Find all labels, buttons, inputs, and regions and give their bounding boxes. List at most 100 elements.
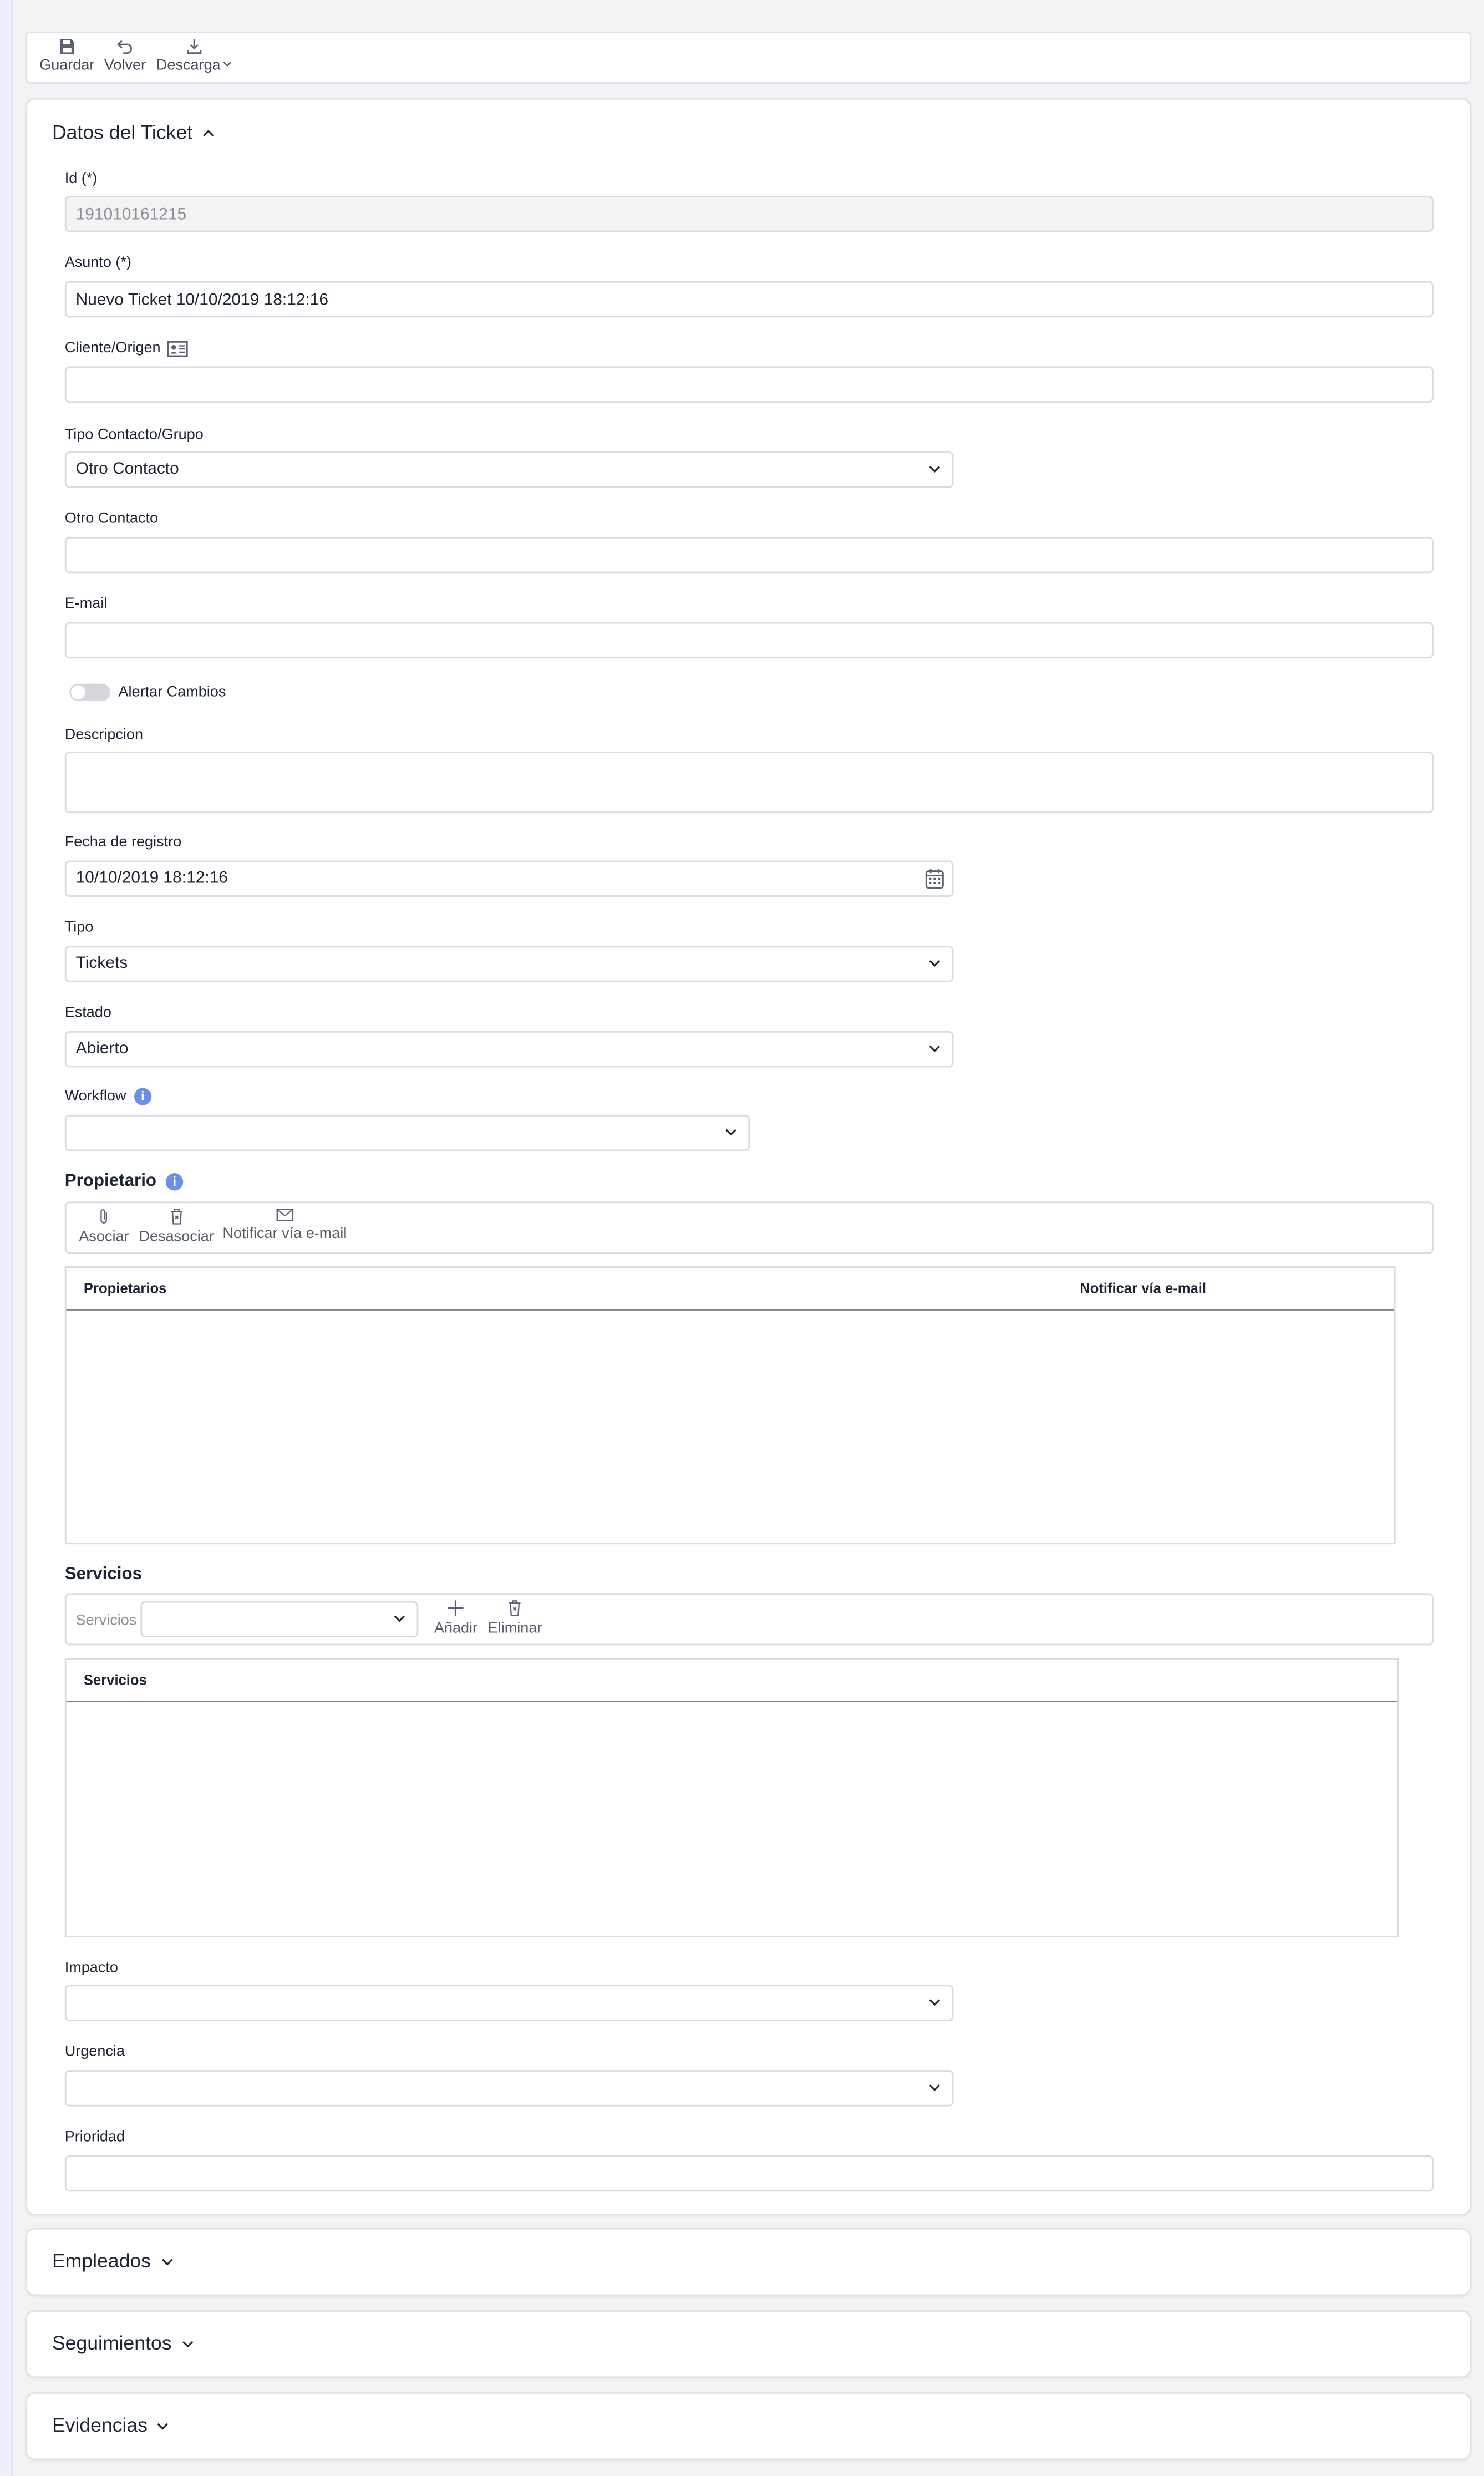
evidence-title: Evidencias	[52, 2414, 148, 2437]
column-header-services[interactable]: Servicios	[84, 1672, 147, 1688]
evidence-panel-header[interactable]: Evidencias	[52, 2414, 170, 2437]
subject-field[interactable]	[64, 281, 1434, 318]
download-label: Descarga	[156, 57, 221, 74]
chevron-down-icon	[222, 62, 231, 67]
subject-label: Asunto (*)	[64, 254, 131, 272]
chevron-down-icon	[725, 1129, 736, 1136]
undo-icon	[117, 40, 133, 54]
services-select-label: Servicios	[75, 1612, 137, 1630]
chevron-up-icon	[202, 129, 214, 136]
associate-button[interactable]: Asociar	[79, 1208, 129, 1246]
contact-type-value: Otro Contacto	[75, 459, 179, 479]
delete-service-button[interactable]: Eliminar	[488, 1600, 542, 1637]
id-field[interactable]	[64, 196, 1434, 232]
impact-label: Impacto	[64, 1959, 118, 1977]
client-label: Cliente/Origen	[64, 339, 161, 357]
owners-title: Propietario	[64, 1171, 157, 1191]
followups-panel-header[interactable]: Seguimientos	[52, 2332, 194, 2355]
workflow-label-row: Workflow i	[65, 1088, 151, 1105]
services-table: Servicios	[64, 1658, 1399, 1938]
chevron-down-icon	[157, 2422, 169, 2429]
disassociate-button[interactable]: Desasociar	[139, 1208, 214, 1246]
chevron-down-icon	[929, 1045, 940, 1052]
client-label-row: Cliente/Origen	[64, 339, 188, 357]
employees-title: Empleados	[52, 2250, 151, 2272]
id-label: Id (*)	[64, 170, 98, 188]
status-select[interactable]: Abierto	[64, 1031, 954, 1068]
save-icon	[59, 39, 74, 54]
mail-icon	[276, 1209, 293, 1221]
type-value: Tickets	[75, 953, 128, 973]
priority-label: Prioridad	[64, 2128, 125, 2146]
paperclip-icon	[100, 1209, 107, 1224]
owners-toolbar: Asociar Desasociar Notificar vía e-mail	[64, 1201, 1434, 1254]
status-label: Estado	[64, 1004, 111, 1022]
info-icon[interactable]: i	[166, 1172, 184, 1190]
left-edge-bar	[0, 0, 13, 2476]
type-select[interactable]: Tickets	[64, 946, 954, 982]
email-field[interactable]	[64, 622, 1434, 659]
owners-title-row: Propietario i	[65, 1171, 184, 1190]
disassociate-label: Desasociar	[139, 1228, 214, 1246]
main-toolbar: Guardar Volver Descarga	[25, 31, 1472, 84]
ticket-panel-header[interactable]: Datos del Ticket	[52, 121, 215, 144]
description-field[interactable]	[64, 752, 1434, 814]
impact-select[interactable]	[64, 1985, 954, 2021]
calendar-icon[interactable]	[925, 869, 944, 889]
ticket-panel: Datos del Ticket Id (*) Asunto (*) Clien…	[25, 98, 1472, 2216]
chevron-down-icon	[929, 960, 940, 967]
info-icon[interactable]: i	[134, 1088, 151, 1105]
email-label: E-mail	[64, 595, 108, 613]
followups-title: Seguimientos	[52, 2332, 172, 2355]
add-service-button[interactable]: Añadir	[434, 1600, 477, 1637]
contact-type-label: Tipo Contacto/Grupo	[64, 426, 204, 444]
owners-table: Propietarios Notificar vía e-mail	[64, 1266, 1396, 1545]
notify-email-label: Notificar vía e-mail	[222, 1225, 347, 1243]
client-field[interactable]	[64, 366, 1434, 403]
contact-type-select[interactable]: Otro Contacto	[64, 451, 954, 488]
description-label: Descripcion	[64, 726, 144, 744]
ticket-panel-title: Datos del Ticket	[52, 121, 193, 144]
notify-email-button[interactable]: Notificar vía e-mail	[222, 1208, 347, 1243]
status-value: Abierto	[75, 1039, 129, 1058]
workflow-label: Workflow	[64, 1088, 126, 1105]
date-label: Fecha de registro	[64, 834, 182, 851]
other-contact-field[interactable]	[64, 536, 1434, 574]
chevron-down-icon	[161, 2258, 172, 2265]
delete-service-label: Eliminar	[487, 1620, 542, 1638]
alert-changes-label: Alertar Cambios	[118, 683, 226, 701]
save-button[interactable]: Guardar	[39, 38, 94, 74]
priority-field[interactable]	[64, 2155, 1434, 2192]
download-button[interactable]: Descarga	[156, 38, 232, 74]
trash-icon	[170, 1209, 182, 1225]
other-contact-label: Otro Contacto	[64, 510, 159, 527]
chevron-down-icon	[182, 2340, 193, 2347]
column-header-owners[interactable]: Propietarios	[84, 1281, 167, 1296]
chevron-down-icon	[929, 1999, 940, 2006]
urgency-label: Urgencia	[64, 2043, 125, 2061]
chevron-down-icon	[394, 1615, 405, 1622]
date-field[interactable]: 10/10/2019 18:12:16	[64, 860, 954, 897]
owners-table-header: Propietarios Notificar vía e-mail	[66, 1268, 1394, 1311]
contact-card-icon[interactable]	[167, 340, 188, 356]
plus-icon	[448, 1600, 464, 1616]
back-label: Volver	[104, 57, 146, 74]
trash-icon	[509, 1600, 521, 1616]
employees-panel: Empleados	[25, 2228, 1472, 2296]
associate-label: Asociar	[79, 1228, 129, 1246]
alert-changes-toggle[interactable]	[69, 683, 111, 701]
services-title: Servicios	[64, 1565, 142, 1584]
date-value: 10/10/2019 18:12:16	[75, 868, 228, 887]
chevron-down-icon	[929, 466, 940, 473]
urgency-select[interactable]	[64, 2070, 954, 2107]
workflow-select[interactable]	[64, 1114, 750, 1151]
column-header-notify[interactable]: Notificar vía e-mail	[1080, 1281, 1206, 1296]
download-icon	[186, 39, 201, 54]
evidence-panel: Evidencias	[25, 2392, 1472, 2460]
chevron-down-icon	[929, 2084, 940, 2091]
employees-panel-header[interactable]: Empleados	[52, 2250, 173, 2272]
back-button[interactable]: Volver	[104, 38, 146, 74]
services-select[interactable]	[140, 1601, 419, 1638]
followups-panel: Seguimientos	[25, 2310, 1472, 2378]
add-service-label: Añadir	[434, 1620, 478, 1638]
